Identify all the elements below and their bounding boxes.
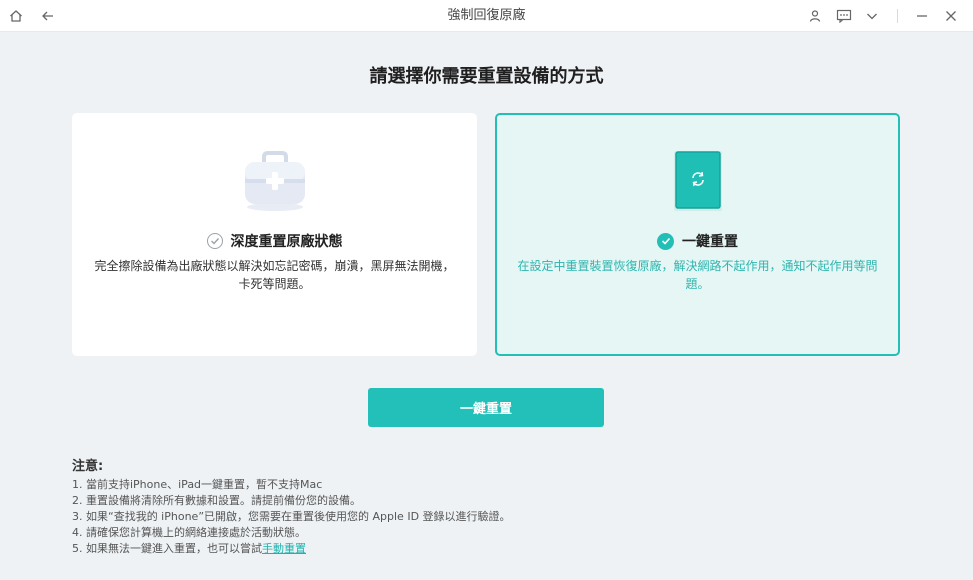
option-one-click-reset-title: 一鍵重置 [497, 231, 898, 251]
checked-circle-icon [657, 232, 674, 250]
note-item: 2. 重置設備將清除所有數據和設置。請提前備份您的設備。 [72, 494, 361, 507]
phone-reset-icon [668, 147, 728, 217]
feedback-icon[interactable] [834, 6, 854, 26]
user-icon[interactable] [805, 6, 825, 26]
notes-title: 注意: [72, 459, 104, 474]
page-title: 請選擇你需要重置設備的方式 [369, 66, 604, 87]
chevron-down-icon[interactable] [862, 6, 882, 26]
option-deep-reset-card[interactable]: 深度重置原廠狀態 完全擦除設備為出廠狀態以解決如忘記密碼，崩潰，黑屏無法開機，卡… [72, 113, 477, 356]
option-one-click-reset-description: 在設定中重置裝置恢復原廠，解決網路不起作用，通知不起作用等問題。 [517, 259, 878, 291]
unchecked-circle-icon [206, 233, 223, 249]
close-icon[interactable] [941, 6, 961, 26]
notes-section: 注意: 1. 當前支持iPhone、iPad一鍵重置，暫不支持Mac 2. 重置… [72, 455, 772, 557]
option-deep-reset-title: 深度重置原廠狀態 [72, 231, 477, 251]
option-one-click-reset-label: 一鍵重置 [682, 234, 738, 250]
note-item-last: 5. 如果無法一鍵進入重置，也可以嘗試手動重置 [72, 541, 772, 557]
option-deep-reset-label: 深度重置原廠狀態 [230, 234, 343, 250]
window-title: 強制回復原廠 [447, 8, 526, 23]
option-one-click-reset-card[interactable]: 一鍵重置 在設定中重置裝置恢復原廠，解決網路不起作用，通知不起作用等問題。 [495, 113, 900, 356]
note-item: 1. 當前支持iPhone、iPad一鍵重置，暫不支持Mac [72, 478, 323, 491]
note-item: 3. 如果“查找我的 iPhone”已開啟，您需要在重置後使用您的 Apple … [72, 510, 511, 523]
option-deep-reset-description: 完全擦除設備為出廠狀態以解決如忘記密碼，崩潰，黑屏無法開機，卡死等問題。 [94, 259, 455, 291]
note-last-prefix: 5. 如果無法一鍵進入重置，也可以嘗試 [72, 542, 262, 555]
one-click-reset-button[interactable]: 一鍵重置 [368, 388, 604, 427]
toolbox-icon [240, 149, 310, 217]
title-bar: 強制回復原廠 [0, 0, 973, 32]
minimize-icon[interactable] [912, 6, 932, 26]
titlebar-divider [897, 9, 898, 23]
manual-reset-link[interactable]: 手動重置 [262, 542, 306, 555]
note-item: 4. 請確保您計算機上的網絡連接處於活動狀態。 [72, 526, 306, 539]
